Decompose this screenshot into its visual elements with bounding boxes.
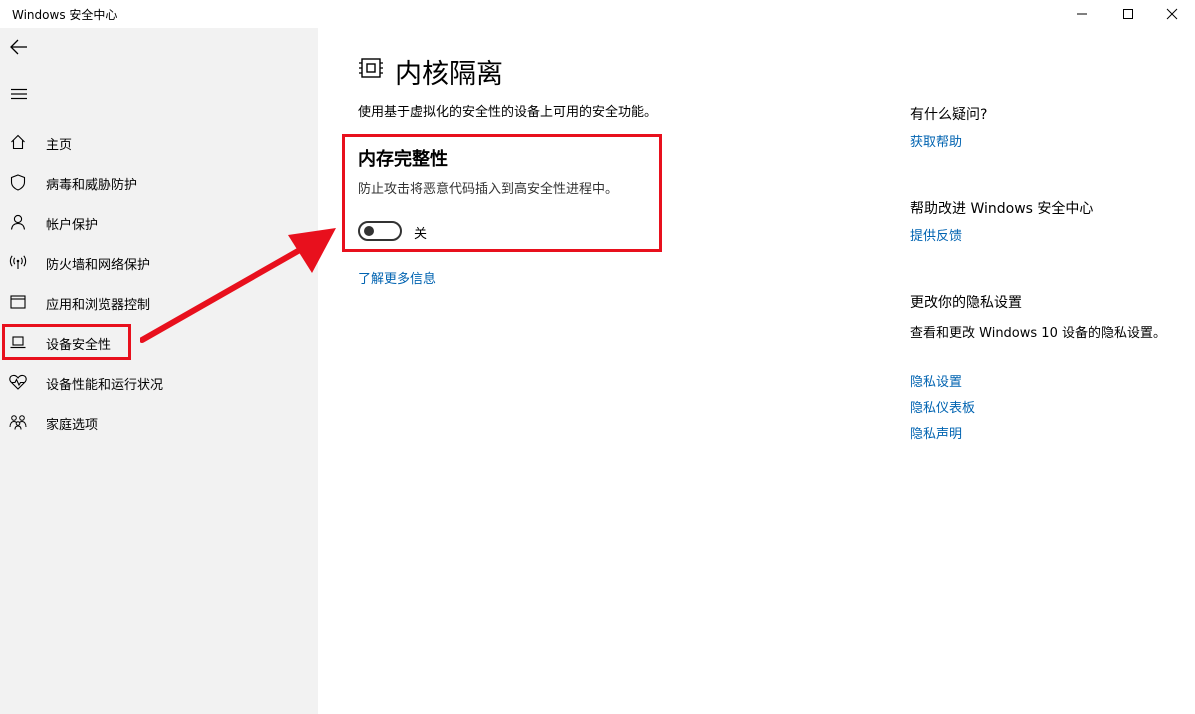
sidebar-item-home[interactable]: 主页 — [0, 122, 318, 162]
maximize-button[interactable] — [1105, 0, 1151, 28]
close-button[interactable] — [1149, 0, 1195, 28]
browser-window-icon — [9, 293, 27, 311]
sidebar-item-label: 设备安全性 — [46, 338, 112, 353]
get-help-link[interactable]: 获取帮助 — [910, 131, 962, 150]
sidebar-item-label: 帐户保护 — [46, 218, 99, 233]
page-title: 内核隔离 — [395, 59, 503, 90]
page-description: 使用基于虚拟化的安全性的设备上可用的安全功能。 — [358, 105, 658, 120]
menu-button[interactable] — [8, 83, 30, 105]
memory-integrity-description: 防止攻击将恶意代码插入到高安全性进程中。 — [358, 182, 619, 197]
memory-integrity-title: 内存完整性 — [358, 149, 448, 170]
privacy-text: 查看和更改 Windows 10 设备的隐私设置。 — [910, 326, 1166, 341]
close-icon — [1166, 8, 1178, 20]
home-icon — [9, 133, 27, 151]
sidebar-item-label: 家庭选项 — [46, 418, 99, 433]
toggle-knob — [364, 226, 374, 236]
question-heading: 有什么疑问? — [910, 107, 988, 123]
main-content: 内核隔离 使用基于虚拟化的安全性的设备上可用的安全功能。 内存完整性 防止攻击将… — [318, 28, 1195, 714]
back-button[interactable] — [8, 36, 30, 58]
sidebar-item-account-protection[interactable]: 帐户保护 — [0, 202, 318, 242]
sidebar-item-family-options[interactable]: 家庭选项 — [0, 402, 318, 442]
app-title: Windows 安全中心 — [12, 8, 118, 22]
sidebar-item-firewall[interactable]: 防火墙和网络保护 — [0, 242, 318, 282]
minimize-button[interactable] — [1059, 0, 1105, 28]
sidebar-item-device-security[interactable]: 设备安全性 — [0, 322, 318, 362]
wifi-signal-icon — [9, 253, 27, 271]
minimize-icon — [1077, 13, 1087, 15]
privacy-statement-link[interactable]: 隐私声明 — [910, 423, 962, 442]
sidebar-item-device-performance[interactable]: 设备性能和运行状况 — [0, 362, 318, 402]
maximize-icon — [1123, 9, 1133, 19]
privacy-dashboard-link[interactable]: 隐私仪表板 — [910, 397, 975, 416]
back-arrow-icon — [10, 39, 27, 55]
sidebar-item-label: 应用和浏览器控制 — [46, 298, 151, 313]
sidebar-item-label: 病毒和威胁防护 — [46, 178, 138, 193]
learn-more-link[interactable]: 了解更多信息 — [358, 268, 436, 287]
title-bar: Windows 安全中心 — [0, 0, 1195, 28]
sidebar-item-app-browser-control[interactable]: 应用和浏览器控制 — [0, 282, 318, 322]
sidebar: 主页 病毒和威胁防护 帐户保护 防火墙和网络保护 应用和浏览器控制 设备安全性 — [0, 28, 318, 714]
shield-icon — [9, 173, 27, 191]
feedback-link[interactable]: 提供反馈 — [910, 225, 962, 244]
heart-pulse-icon — [9, 373, 27, 391]
sidebar-item-label: 设备性能和运行状况 — [46, 378, 164, 393]
hamburger-icon — [11, 88, 27, 100]
privacy-settings-link[interactable]: 隐私设置 — [910, 371, 962, 390]
memory-integrity-toggle[interactable] — [358, 221, 402, 241]
improve-heading: 帮助改进 Windows 安全中心 — [910, 201, 1094, 217]
privacy-heading: 更改你的隐私设置 — [910, 295, 1022, 311]
sidebar-item-label: 主页 — [46, 138, 73, 153]
laptop-icon — [9, 333, 27, 351]
sidebar-item-label: 防火墙和网络保护 — [46, 258, 151, 273]
sidebar-item-virus-protection[interactable]: 病毒和威胁防护 — [0, 162, 318, 202]
toggle-state-label: 关 — [414, 227, 428, 242]
core-isolation-icon — [359, 58, 383, 78]
person-icon — [9, 213, 27, 231]
family-icon — [9, 413, 27, 431]
